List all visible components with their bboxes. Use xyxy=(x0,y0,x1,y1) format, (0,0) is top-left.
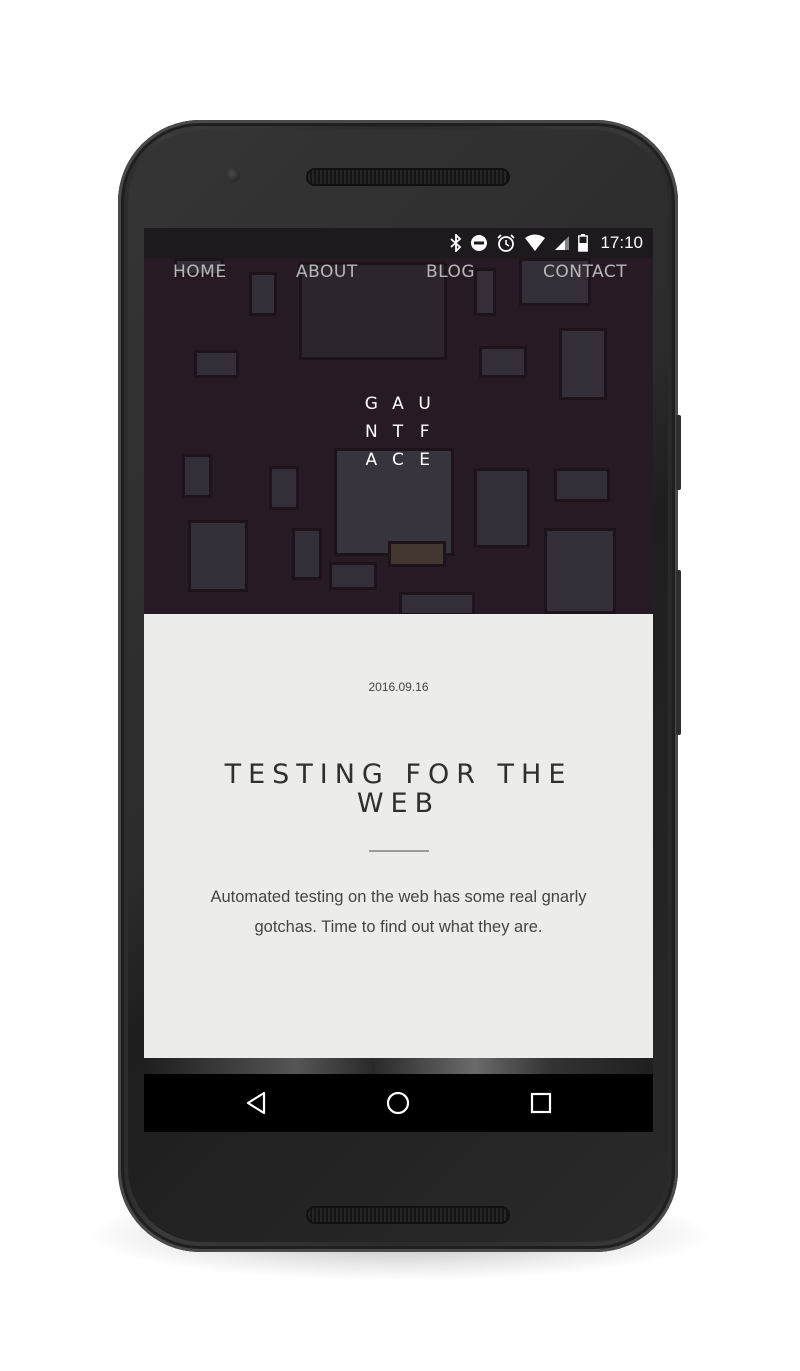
logo-letter: E xyxy=(419,450,431,470)
title-divider xyxy=(369,850,429,852)
nav-about-link[interactable]: ABOUT xyxy=(296,262,358,282)
nav-blog-link[interactable]: BLOG xyxy=(426,262,475,282)
next-post-image-peek xyxy=(144,1058,653,1074)
logo-letter: A xyxy=(392,394,404,414)
site-logo[interactable]: G A U N T F A C E xyxy=(358,394,438,470)
phone-screen: 17:10 2016.09.16 TESTING FOR THE WEB Aut… xyxy=(144,228,653,1132)
recents-icon[interactable] xyxy=(526,1088,556,1118)
logo-letter: A xyxy=(365,450,378,470)
site-navigation: HOME ABOUT BLOG CONTACT xyxy=(144,262,653,292)
logo-letter: U xyxy=(418,394,431,414)
bottom-speaker-grille xyxy=(306,1206,510,1224)
wifi-icon xyxy=(524,233,546,253)
post-title[interactable]: TESTING FOR THE WEB xyxy=(184,760,613,818)
post-card: 2016.09.16 TESTING FOR THE WEB Automated… xyxy=(144,614,653,1058)
volume-button xyxy=(676,570,681,735)
top-speaker-grille xyxy=(306,168,510,186)
status-time: 17:10 xyxy=(600,233,643,252)
post-date: 2016.09.16 xyxy=(368,680,429,694)
logo-letter: C xyxy=(392,450,404,470)
logo-letter: G xyxy=(364,394,378,414)
back-icon[interactable] xyxy=(241,1088,271,1118)
battery-icon xyxy=(578,233,589,253)
home-icon[interactable] xyxy=(383,1088,413,1118)
front-camera xyxy=(226,168,240,182)
nav-contact-link[interactable]: CONTACT xyxy=(543,262,627,282)
cell-signal-icon xyxy=(554,233,570,253)
logo-letter: T xyxy=(392,422,404,442)
do-not-disturb-icon xyxy=(470,233,488,253)
power-button xyxy=(676,415,681,490)
post-excerpt: Automated testing on the web has some re… xyxy=(210,888,587,936)
android-navigation-bar xyxy=(144,1074,653,1132)
status-bar: 17:10 xyxy=(144,228,653,258)
nav-home-link[interactable]: HOME xyxy=(173,262,227,282)
alarm-icon xyxy=(496,233,516,253)
logo-letter: F xyxy=(419,422,430,442)
logo-letter: N xyxy=(364,422,378,442)
bluetooth-icon xyxy=(450,233,462,253)
